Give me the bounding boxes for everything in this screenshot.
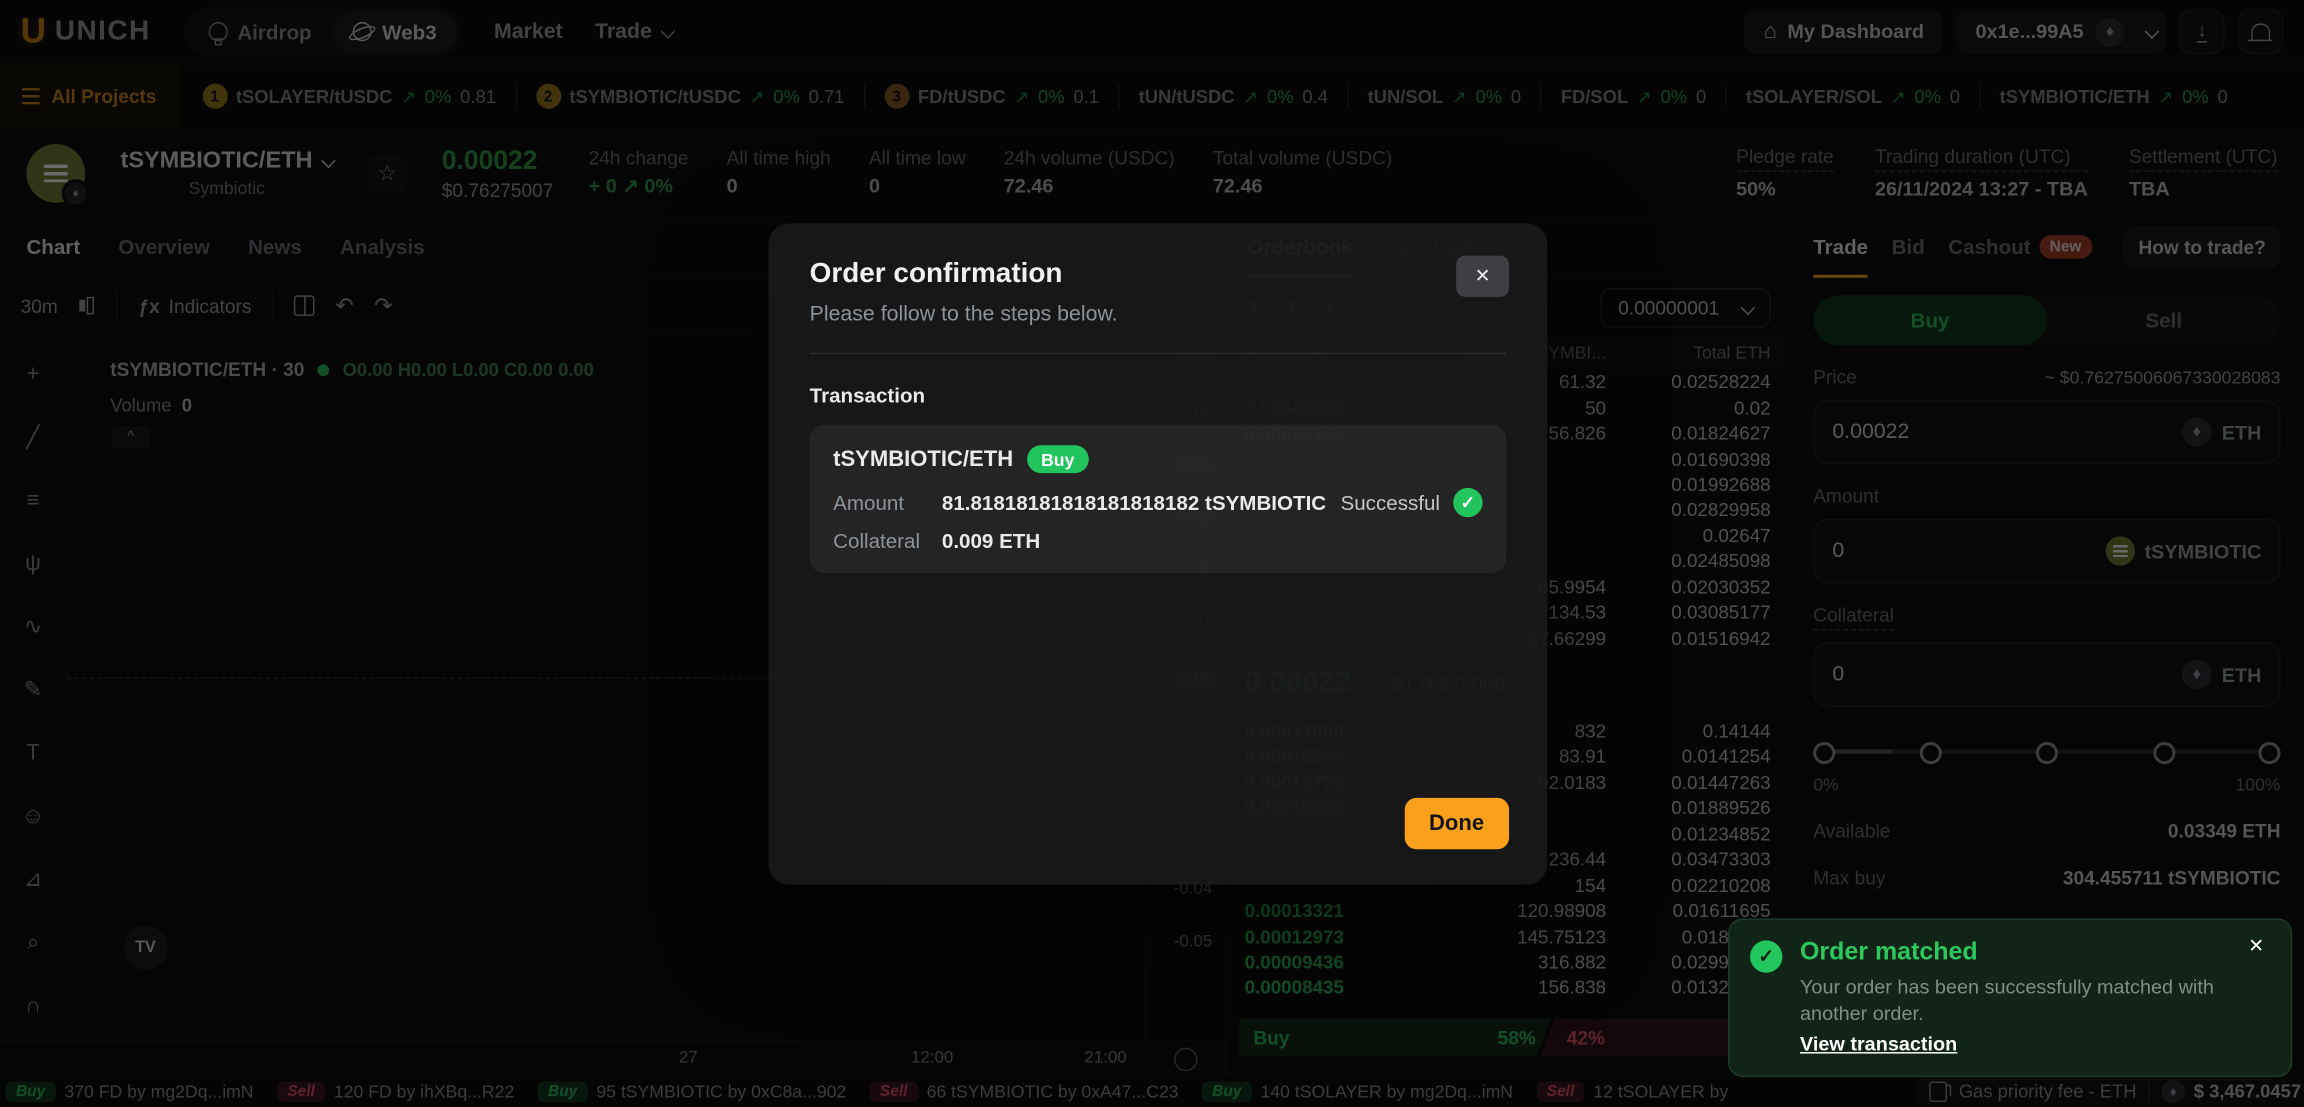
modal-title: Order confirmation bbox=[810, 259, 1506, 291]
transaction-card: tSYMBIOTIC/ETH Buy Amount 81.81818181818… bbox=[810, 425, 1506, 573]
toast-body: Your order has been successfully matched… bbox=[1800, 974, 2244, 1028]
success-check-icon: ✓ bbox=[1453, 488, 1482, 517]
order-confirmation-modal: Order confirmation Please follow to the … bbox=[768, 223, 1547, 884]
order-matched-toast: ✓ Order matched Your order has been succ… bbox=[1728, 918, 2292, 1077]
view-transaction-link[interactable]: View transaction bbox=[1800, 1034, 1957, 1056]
transaction-status: Successful bbox=[1341, 491, 1440, 515]
transaction-amount-label: Amount bbox=[833, 491, 942, 515]
transaction-collateral-label: Collateral bbox=[833, 529, 942, 553]
buy-side-badge: Buy bbox=[1026, 445, 1089, 473]
transaction-section-title: Transaction bbox=[810, 384, 1506, 408]
transaction-pair: tSYMBIOTIC/ETH bbox=[833, 447, 1013, 472]
modal-subtitle: Please follow to the steps below. bbox=[810, 303, 1506, 327]
modal-close-button[interactable]: ✕ bbox=[1456, 256, 1509, 297]
transaction-collateral-value: 0.009 ETH bbox=[942, 529, 1040, 553]
done-button[interactable]: Done bbox=[1404, 798, 1509, 849]
toast-title: Order matched bbox=[1800, 937, 2270, 966]
success-check-icon: ✓ bbox=[1750, 940, 1782, 972]
transaction-amount-value: 81.81818181818181818182 tSYMBIOTIC bbox=[942, 491, 1326, 515]
divider bbox=[810, 353, 1506, 354]
toast-close-button[interactable]: ✕ bbox=[2239, 933, 2273, 959]
app-root: U UNICH Airdrop Web3 Market Trade bbox=[0, 0, 2304, 1107]
